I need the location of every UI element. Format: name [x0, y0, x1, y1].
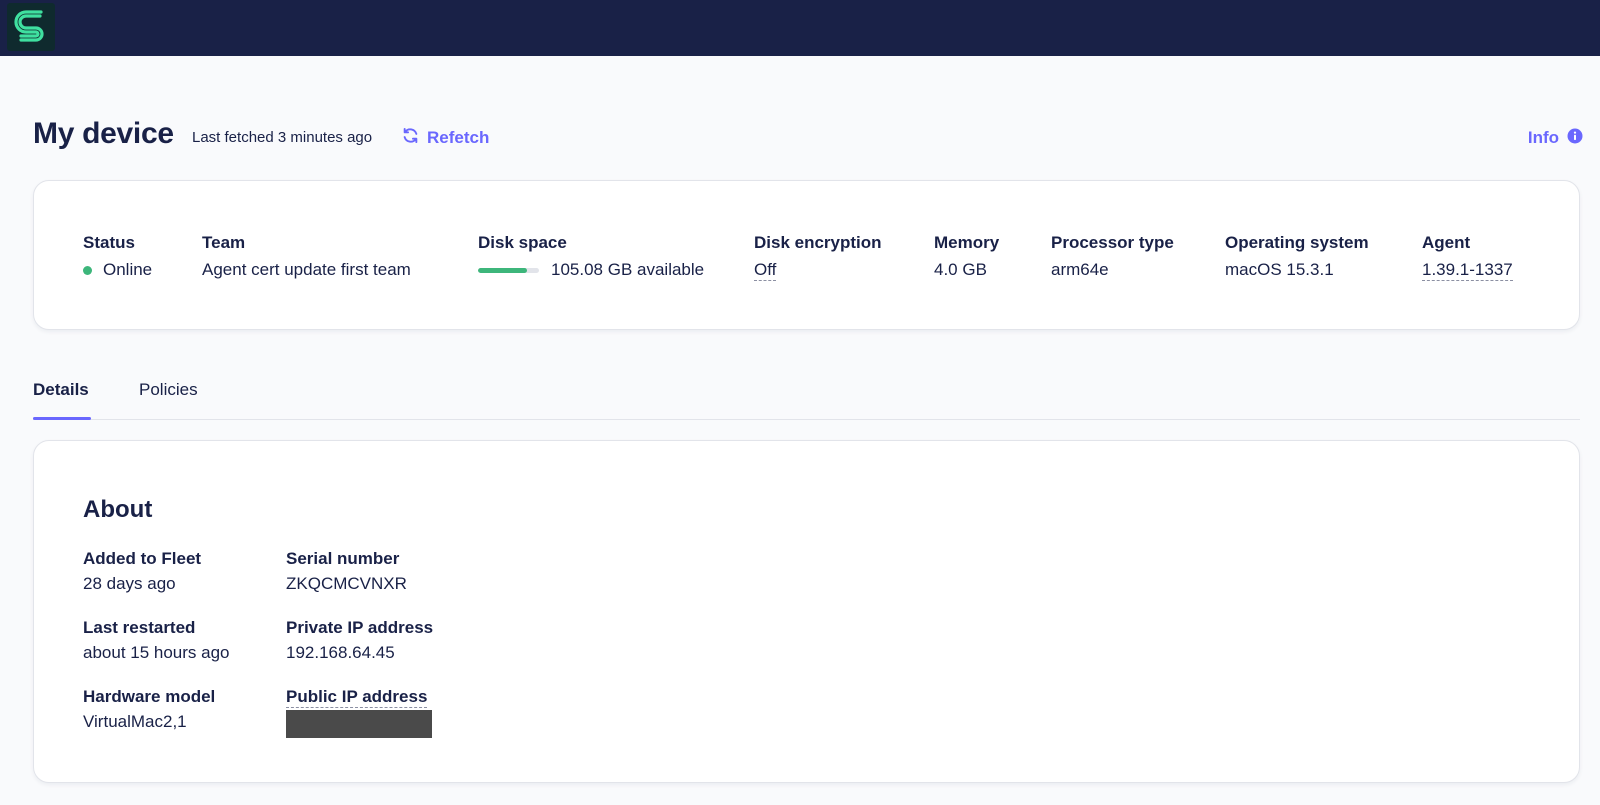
- disk-space-bar-fill: [478, 267, 527, 273]
- memory-value: 4.0 GB: [934, 260, 987, 279]
- field-public-ip: Public IP address: [286, 687, 432, 738]
- summary-team: Team Agent cert update first team: [202, 233, 411, 281]
- field-private-ip: Private IP address 192.168.64.45: [286, 618, 433, 663]
- field-hardware-model: Hardware model VirtualMac2,1: [83, 687, 215, 732]
- os-label: Operating system: [1225, 233, 1369, 252]
- device-tabs: Details Policies: [33, 370, 1580, 420]
- agent-label: Agent: [1422, 233, 1471, 252]
- field-added-to-fleet: Added to Fleet 28 days ago: [83, 549, 201, 594]
- public-ip-redacted-value: [286, 710, 432, 738]
- refresh-icon: [402, 127, 419, 149]
- status-label: Status: [83, 233, 135, 252]
- agent-value-wrap: 1.39.1-1337: [1422, 259, 1513, 281]
- last-fetched-text: Last fetched 3 minutes ago: [192, 129, 373, 146]
- last-restarted-value: about 15 hours ago: [83, 643, 230, 662]
- private-ip-value: 192.168.64.45: [286, 643, 395, 662]
- fleet-logo-icon[interactable]: [7, 3, 55, 51]
- page-title: My device: [33, 117, 174, 150]
- top-navigation-bar: [0, 0, 1600, 56]
- online-status-dot: [83, 265, 92, 275]
- processor-value: arm64e: [1051, 260, 1109, 279]
- agent-value[interactable]: 1.39.1-1337: [1422, 260, 1513, 281]
- hardware-model-label: Hardware model: [83, 687, 216, 706]
- about-title: About: [83, 496, 153, 523]
- hardware-model-value: VirtualMac2,1: [83, 712, 187, 731]
- about-card: About Added to Fleet 28 days ago Last re…: [33, 440, 1580, 783]
- status-text: Online: [103, 260, 153, 279]
- summary-processor: Processor type arm64e: [1051, 233, 1174, 281]
- info-label: Info: [1527, 128, 1559, 147]
- disk-space-label: Disk space: [478, 233, 567, 252]
- added-to-fleet-value: 28 days ago: [83, 574, 176, 593]
- disk-encryption-label: Disk encryption: [754, 233, 882, 252]
- memory-label: Memory: [934, 233, 1000, 252]
- disk-space-value: 105.08 GB available: [478, 259, 704, 281]
- summary-disk-encryption: Disk encryption Off: [754, 233, 882, 281]
- team-label: Team: [202, 233, 246, 252]
- last-restarted-label: Last restarted: [83, 618, 196, 637]
- summary-operating-system: Operating system macOS 15.3.1: [1225, 233, 1369, 281]
- field-last-restarted: Last restarted about 15 hours ago: [83, 618, 230, 663]
- info-button[interactable]: Info: [1528, 126, 1583, 150]
- team-value: Agent cert update first team: [202, 260, 411, 279]
- serial-number-label: Serial number: [286, 549, 400, 568]
- public-ip-label[interactable]: Public IP address: [286, 687, 428, 708]
- disk-encryption-value-wrap: Off: [754, 259, 882, 281]
- device-summary-card: Status Online Team Agent cert update fir…: [33, 180, 1580, 330]
- status-value: Online: [83, 259, 152, 281]
- summary-disk-space: Disk space 105.08 GB available: [478, 233, 704, 281]
- summary-agent: Agent 1.39.1-1337: [1422, 233, 1513, 281]
- summary-status: Status Online: [83, 233, 152, 281]
- public-ip-label-wrap: Public IP address: [286, 687, 432, 708]
- refetch-button[interactable]: Refetch: [402, 126, 489, 150]
- serial-number-value: ZKQCMCVNXR: [286, 574, 407, 593]
- os-value: macOS 15.3.1: [1225, 260, 1334, 279]
- tab-policies[interactable]: Policies: [139, 380, 198, 418]
- tab-details[interactable]: Details: [33, 380, 89, 418]
- active-tab-indicator: [33, 417, 91, 420]
- disk-space-text: 105.08 GB available: [551, 260, 705, 279]
- field-serial-number: Serial number ZKQCMCVNXR: [286, 549, 407, 594]
- disk-space-bar: [478, 267, 539, 273]
- added-to-fleet-label: Added to Fleet: [83, 549, 202, 568]
- refetch-label: Refetch: [427, 128, 490, 147]
- info-icon: [1567, 128, 1583, 149]
- private-ip-label: Private IP address: [286, 618, 434, 637]
- disk-encryption-value[interactable]: Off: [754, 260, 777, 281]
- summary-memory: Memory 4.0 GB: [934, 233, 999, 281]
- processor-label: Processor type: [1051, 233, 1174, 252]
